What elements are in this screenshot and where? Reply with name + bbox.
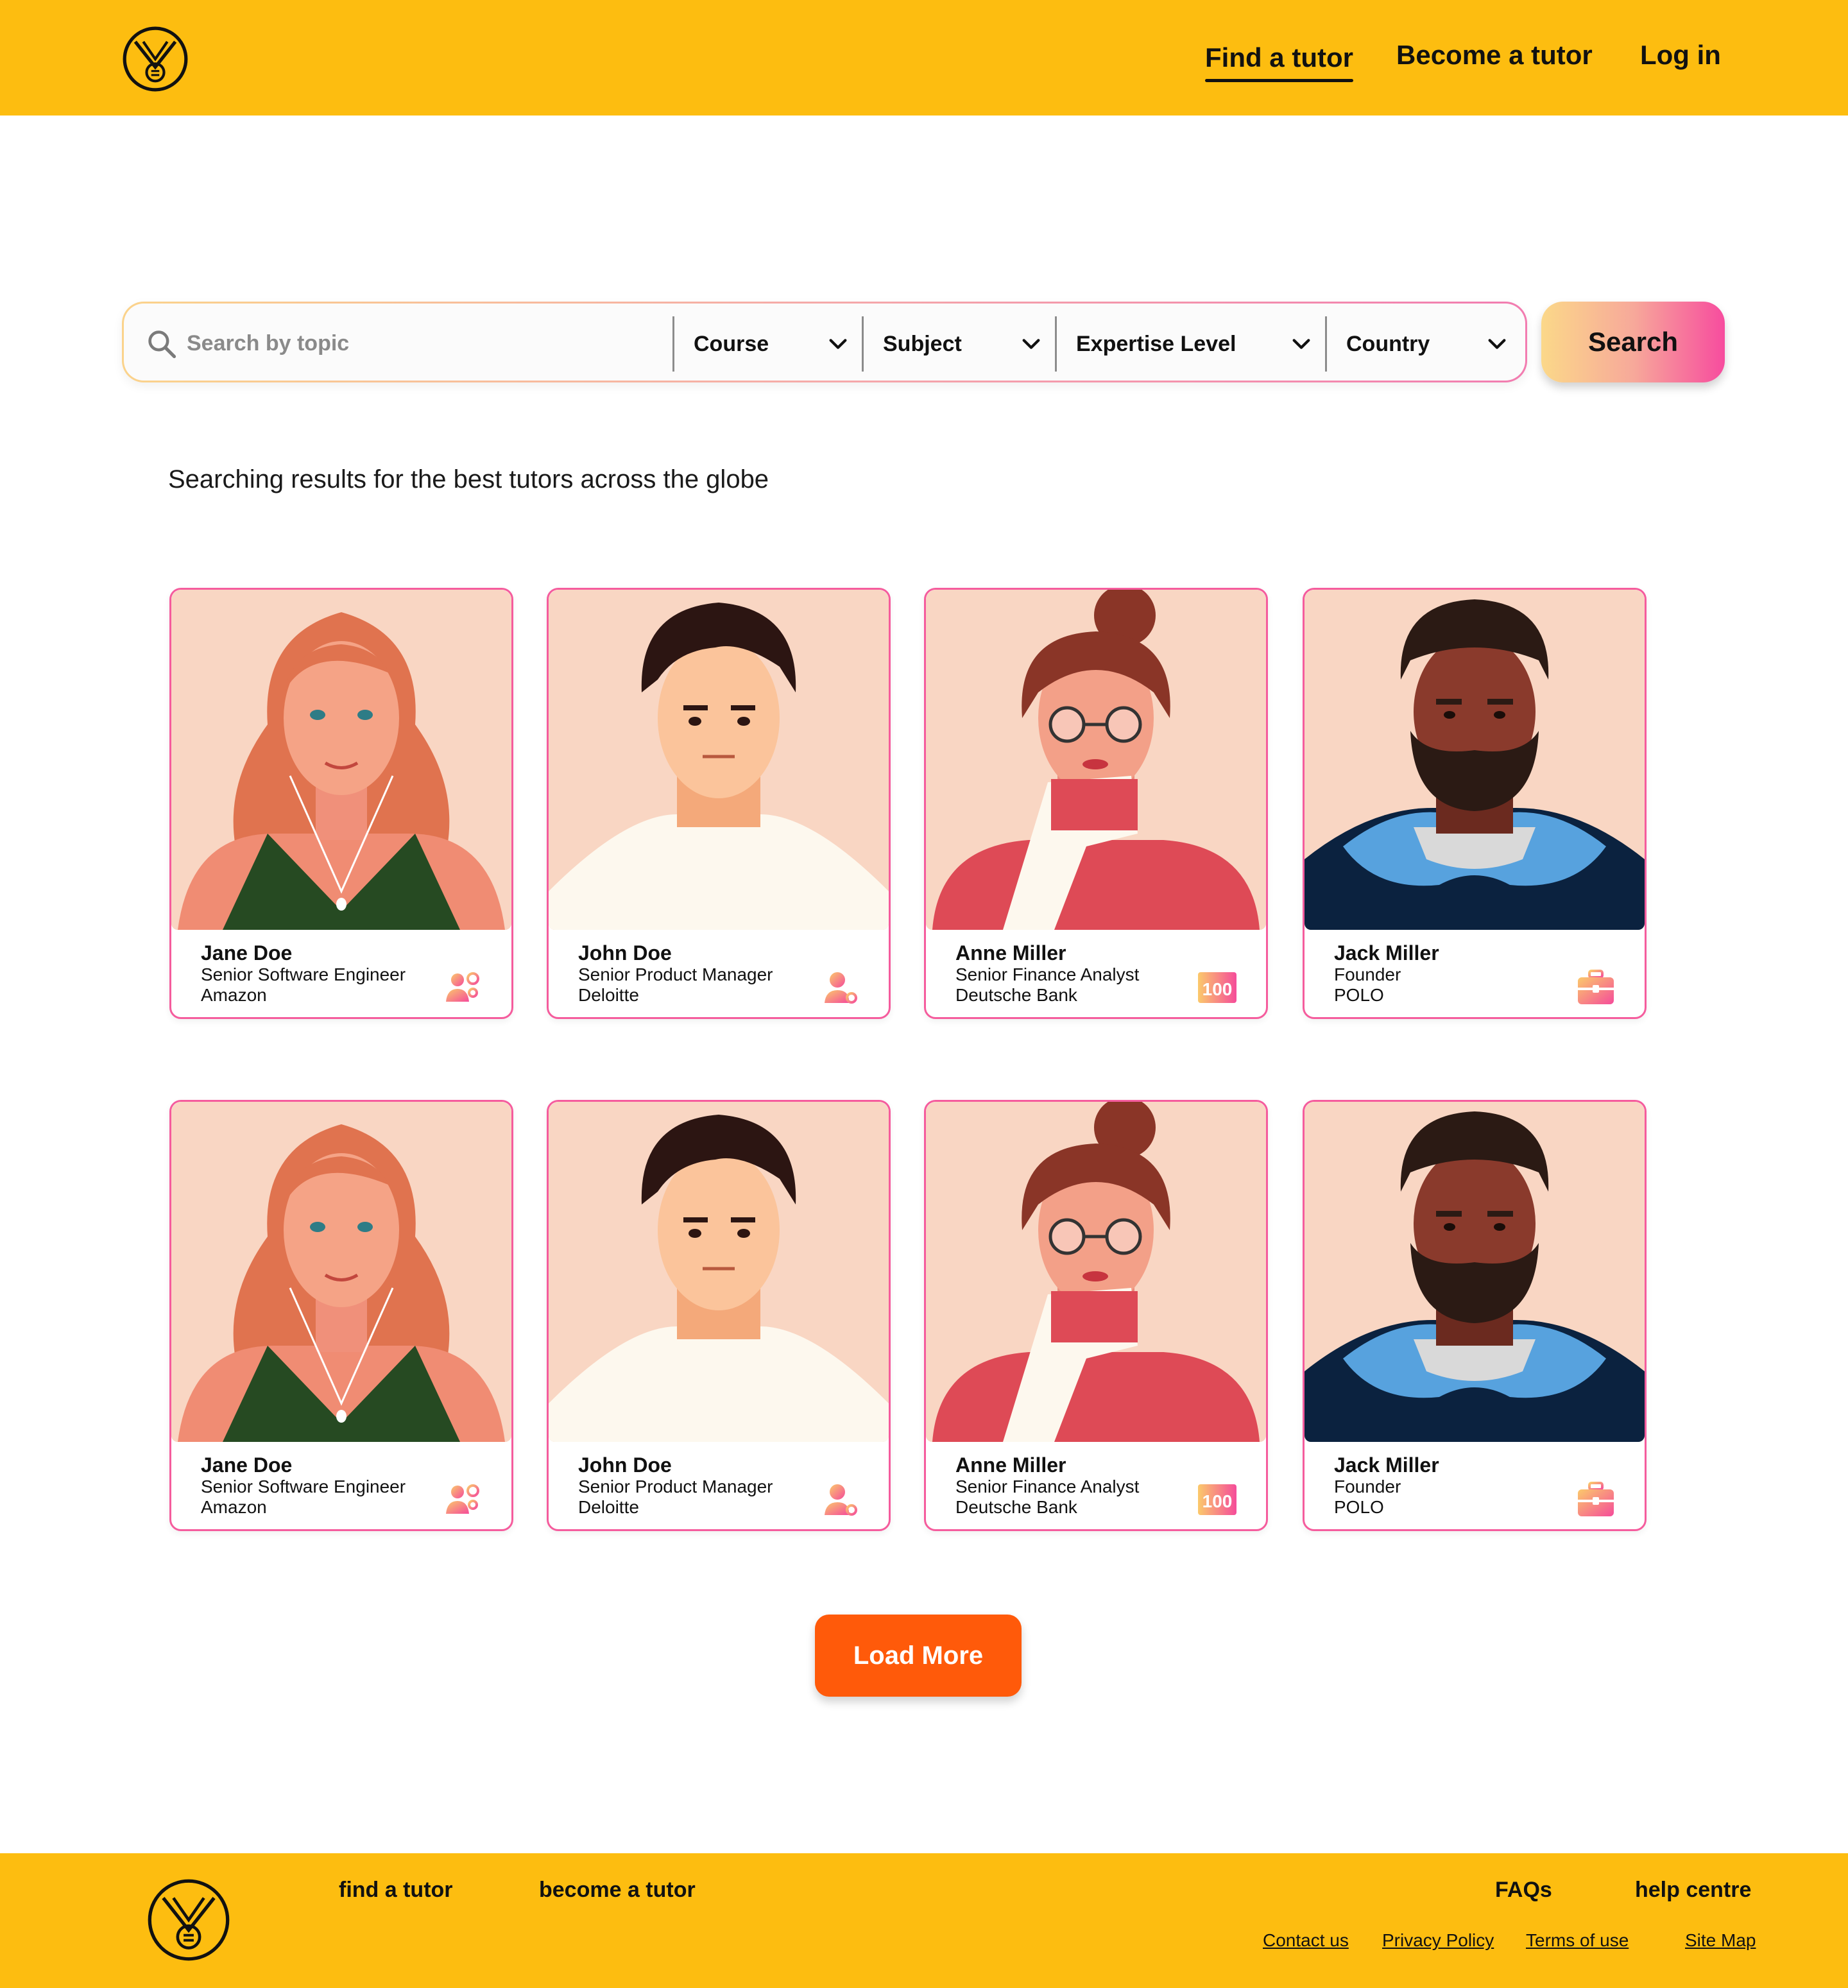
- tutor-company: POLO: [1334, 985, 1384, 1005]
- briefcase-icon: [1578, 970, 1614, 1004]
- search-bar: Course Subject Expertise Level Country: [122, 302, 1527, 382]
- tutor-company: Amazon: [201, 1497, 267, 1517]
- tutor-card[interactable]: Jack Miller Founder POLO: [1303, 1100, 1647, 1531]
- site-footer: find a tutor become a tutor FAQs help ce…: [0, 1853, 1848, 1988]
- tutor-role: Senior Product Manager: [578, 964, 773, 984]
- country-dropdown[interactable]: Country: [1327, 316, 1519, 372]
- course-dropdown[interactable]: Course: [674, 316, 860, 372]
- tutor-name: Jack Miller: [1334, 941, 1439, 964]
- search-icon: [148, 330, 176, 359]
- footer-become-a-tutor-link[interactable]: become a tutor: [539, 1878, 696, 1903]
- briefcase-icon: [1578, 1482, 1614, 1516]
- tutor-role: Senior Software Engineer: [201, 964, 406, 984]
- load-more-button[interactable]: Load More: [815, 1615, 1022, 1697]
- score-100-icon: 100: [1198, 1484, 1236, 1515]
- tutor-card[interactable]: Anne Miller Senior Finance Analyst Deuts…: [924, 588, 1268, 1019]
- tutor-company: Amazon: [201, 985, 267, 1005]
- tutor-company: Deloitte: [578, 1497, 639, 1517]
- chevron-down-icon: [1292, 339, 1310, 349]
- tutor-card[interactable]: John Doe Senior Product Manager Deloitte: [547, 1100, 891, 1531]
- chevron-down-icon: [1022, 339, 1040, 349]
- tutor-role: Founder: [1334, 964, 1401, 984]
- tutor-card[interactable]: Anne Miller Senior Finance Analyst Deuts…: [924, 1100, 1268, 1531]
- tutor-name: Anne Miller: [955, 1453, 1066, 1477]
- search-button[interactable]: Search: [1541, 302, 1725, 382]
- tutor-role: Senior Finance Analyst: [955, 1477, 1140, 1496]
- results-heading: Searching results for the best tutors ac…: [168, 465, 769, 493]
- tutor-role: Senior Finance Analyst: [955, 964, 1140, 984]
- footer-contact-us-link[interactable]: Contact us: [1263, 1930, 1349, 1951]
- medal-logo-icon[interactable]: [146, 1878, 231, 1962]
- score-100-icon: 100: [1198, 972, 1236, 1003]
- svg-text:100: 100: [1202, 1491, 1233, 1511]
- tutor-avatar: [549, 590, 889, 930]
- user-settings-icon: [825, 972, 857, 1004]
- tutor-company: Deutsche Bank: [955, 1497, 1077, 1517]
- tutor-avatar: [549, 1102, 889, 1442]
- tutor-name: John Doe: [578, 1453, 672, 1477]
- footer-faqs-link[interactable]: FAQs: [1495, 1878, 1552, 1903]
- tutor-name: Jane Doe: [201, 941, 293, 964]
- tutor-avatar: [171, 590, 511, 930]
- tutor-card[interactable]: Jane Doe Senior Software Engineer Amazon: [169, 1100, 513, 1531]
- expertise-level-dropdown[interactable]: Expertise Level: [1057, 316, 1324, 372]
- tutor-avatar: [926, 1102, 1266, 1442]
- tutor-card[interactable]: John Doe Senior Product Manager Deloitte: [547, 588, 891, 1019]
- tutor-avatar: [926, 590, 1266, 930]
- chevron-down-icon: [1488, 339, 1506, 349]
- course-dropdown-label: Course: [694, 331, 769, 356]
- tutor-company: POLO: [1334, 1497, 1384, 1517]
- tutor-company: Deutsche Bank: [955, 985, 1077, 1005]
- site-header: Find a tutor Become a tutor Log in: [0, 0, 1848, 116]
- tutor-avatar: [1305, 590, 1645, 930]
- medal-logo-icon[interactable]: [122, 26, 189, 92]
- footer-help-centre-link[interactable]: help centre: [1635, 1878, 1751, 1903]
- tutor-name: John Doe: [578, 941, 672, 964]
- tutor-role: Senior Product Manager: [578, 1477, 773, 1496]
- tutor-role: Founder: [1334, 1477, 1401, 1496]
- country-dropdown-label: Country: [1346, 331, 1430, 356]
- expertise-level-dropdown-label: Expertise Level: [1076, 331, 1236, 356]
- tutor-card[interactable]: Jane Doe Senior Software Engineer Amazon: [169, 588, 513, 1019]
- chevron-down-icon: [829, 339, 847, 349]
- tutor-avatar: [1305, 1102, 1645, 1442]
- footer-find-a-tutor-link[interactable]: find a tutor: [339, 1878, 453, 1903]
- tutor-name: Jane Doe: [201, 1453, 293, 1477]
- footer-privacy-policy-link[interactable]: Privacy Policy: [1382, 1930, 1494, 1951]
- footer-terms-of-use-link[interactable]: Terms of use: [1526, 1930, 1629, 1951]
- tutor-role: Senior Software Engineer: [201, 1477, 406, 1496]
- svg-text:100: 100: [1202, 979, 1233, 999]
- tutor-card[interactable]: Jack Miller Founder POLO: [1303, 588, 1647, 1019]
- footer-site-map-link[interactable]: Site Map: [1685, 1930, 1756, 1951]
- tutor-name: Jack Miller: [1334, 1453, 1439, 1477]
- nav-log-in[interactable]: Log in: [1640, 40, 1721, 71]
- nav-become-a-tutor[interactable]: Become a tutor: [1396, 40, 1593, 71]
- tutor-avatar: [171, 1102, 511, 1442]
- subject-dropdown[interactable]: Subject: [864, 316, 1054, 372]
- nav-find-a-tutor[interactable]: Find a tutor: [1205, 42, 1353, 82]
- tutor-name: Anne Miller: [955, 941, 1066, 964]
- subject-dropdown-label: Subject: [883, 331, 962, 356]
- user-settings-icon: [825, 1484, 857, 1516]
- tutor-company: Deloitte: [578, 985, 639, 1005]
- team-settings-icon: [446, 1484, 479, 1514]
- team-settings-icon: [446, 972, 479, 1002]
